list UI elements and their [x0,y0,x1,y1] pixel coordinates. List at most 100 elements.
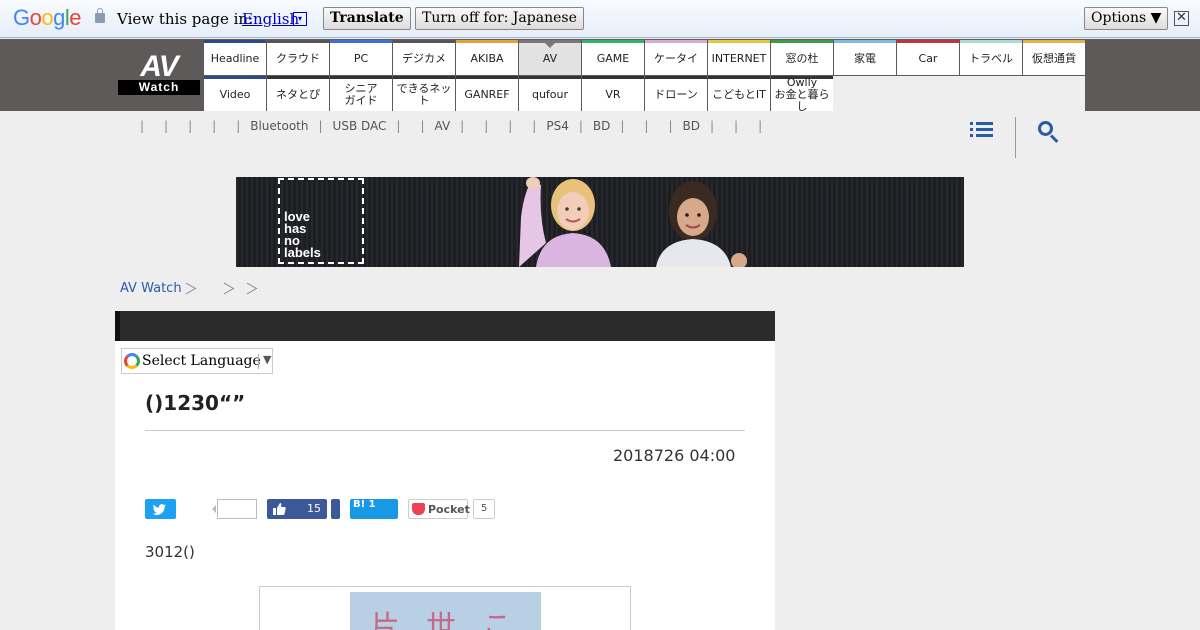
nav-filler [833,76,1085,111]
subnav-separator: | [484,119,489,133]
article-title: ()1230“” [145,391,246,415]
nav-tab-10[interactable]: 家電 [834,40,896,75]
subnav-separator: | [532,119,537,133]
subnav-separator: | [644,119,649,133]
nav-tab-2[interactable]: PC [330,40,392,75]
title-divider [145,430,745,431]
facebook-like-button[interactable]: 15 [267,499,327,519]
nav-tab-9[interactable]: 窓の杜 [771,40,833,75]
breadcrumb-home-link[interactable]: AV Watch [120,281,182,296]
banner-child-left-image [519,177,611,267]
banner-text: love has no labels [284,209,321,260]
breadcrumb-chevron-icon [183,279,193,301]
pocket-icon [412,503,425,515]
article-figure[interactable]: 片世こ [259,586,631,630]
subnav-separator: | [710,119,715,133]
nav-tab-12[interactable]: トラベル [960,40,1022,75]
subnav-separator: | [188,119,193,133]
view-page-label: View this page in: [117,10,254,28]
article-date: 2018726 04:00 [613,446,736,465]
sub-nav: | | | | | Bluetooth | USB DAC | | AV | | | | PS4 | BD | | | B… [130,119,772,133]
nav-tab-5[interactable]: AV [519,40,581,75]
translate-button[interactable]: Translate [323,7,411,30]
article-body-text: 3012() [145,543,195,561]
article: Select Language ▼ ()1230“” 2018726 04:00… [115,311,775,630]
options-button[interactable]: Options ▼ [1084,7,1169,30]
subnav-separator: | [668,119,673,133]
menu-icon[interactable] [970,121,994,139]
search-icon[interactable] [1038,121,1060,143]
subnav-link[interactable]: BD [593,119,610,133]
nav-tab-0[interactable]: Headline [204,40,266,75]
nav-row-secondary: Video ネタとぴ シニア ガイド できるネット GANREF qufour VR ドローン… [204,76,834,113]
subnav-separator: | [620,119,625,133]
facebook-like-count: 15 [307,502,321,515]
subnav-separator: | [460,119,465,133]
nav-tab-4[interactable]: AKIBA [456,40,518,75]
header-divider [1015,117,1016,158]
nav-sub-tab-6[interactable]: VR [582,76,644,111]
av-watch-logo[interactable]: AV Watch [118,50,200,95]
subnav-separator: | [140,119,145,133]
translate-bar: Google View this page in: English ▾ Tran… [0,0,1200,38]
nav-sub-tab-7[interactable]: ドローン [645,76,707,111]
google-logo: Google [13,5,82,30]
subnav-link[interactable]: Bluetooth [250,119,308,133]
subnav-separator: | [212,119,217,133]
language-select[interactable]: English [242,10,299,28]
select-divider [258,354,259,369]
chevron-down-icon: ▼ [263,353,272,366]
pocket-count: 5 [473,499,495,519]
subnav-link[interactable]: USB DAC [333,119,387,133]
nav-sub-tab-1[interactable]: ネタとぴ [267,76,329,111]
nav-tab-7[interactable]: ケータイ [645,40,707,75]
nav-sub-tab-5[interactable]: qufour [519,76,581,111]
logo-av-text: AV [140,50,178,83]
nav-sub-tab-8[interactable]: こどもとIT [708,76,770,111]
pocket-label: Pocket [428,503,470,516]
turn-off-button[interactable]: Turn off for: Japanese [415,7,584,30]
nav-tab-6[interactable]: GAME [582,40,644,75]
logo-watch-text: Watch [118,80,200,95]
close-icon[interactable]: ✕ [1174,11,1189,26]
twitter-share-count [212,499,257,519]
lock-icon [95,8,105,23]
subnav-separator: | [164,119,169,133]
twitter-icon [152,504,166,515]
subnav-separator: | [508,119,513,133]
hatena-bookmark-button[interactable]: B! 1 [350,499,398,519]
subnav-separator: | [396,119,401,133]
subnav-link[interactable]: AV [435,119,451,133]
nav-sub-tab-0[interactable]: Video [204,76,266,111]
subnav-separator: | [734,119,739,133]
subnav-separator: | [758,119,763,133]
nav-sub-tab-9[interactable]: Owlly お金と暮らし [771,76,833,113]
thumbs-up-icon [273,503,286,515]
twitter-share-button[interactable] [145,499,176,519]
nav-tab-11[interactable]: Car [897,40,959,75]
select-language-label: Select Language [142,353,261,369]
banner-child-right-image [656,181,747,267]
subnav-link[interactable]: PS4 [546,119,569,133]
nav-sub-tab-2[interactable]: シニア ガイド [330,76,392,111]
nav-tab-13[interactable]: 仮想通貨 [1023,40,1085,75]
nav-tab-8[interactable]: INTERNET [708,40,770,75]
subnav-separator: | [420,119,425,133]
google-g-icon [124,353,140,369]
ad-banner[interactable]: love has no labels [236,177,964,267]
book-cover-title: 片世こ [370,610,538,630]
select-language-dropdown[interactable]: Select Language ▼ [121,348,273,374]
nav-sub-tab-3[interactable]: できるネット [393,76,455,111]
breadcrumb-chevron-icon [221,279,231,301]
facebook-share-button[interactable] [331,499,340,519]
nav-sub-tab-4[interactable]: GANREF [456,76,518,111]
nav-tab-3[interactable]: デジカメ [393,40,455,75]
pocket-button[interactable]: Pocket [408,499,470,519]
language-dropdown-icon[interactable]: ▾ [293,12,307,26]
subnav-link[interactable]: BD [683,119,700,133]
subnav-separator: | [578,119,583,133]
article-category-bar [115,311,775,341]
nav-tab-1[interactable]: クラウド [267,40,329,75]
nav-row-primary: Headline クラウド PC デジカメ AKIBA AV GAME ケータイ INTERNE… [204,40,1086,75]
breadcrumb-chevron-icon [244,279,254,301]
